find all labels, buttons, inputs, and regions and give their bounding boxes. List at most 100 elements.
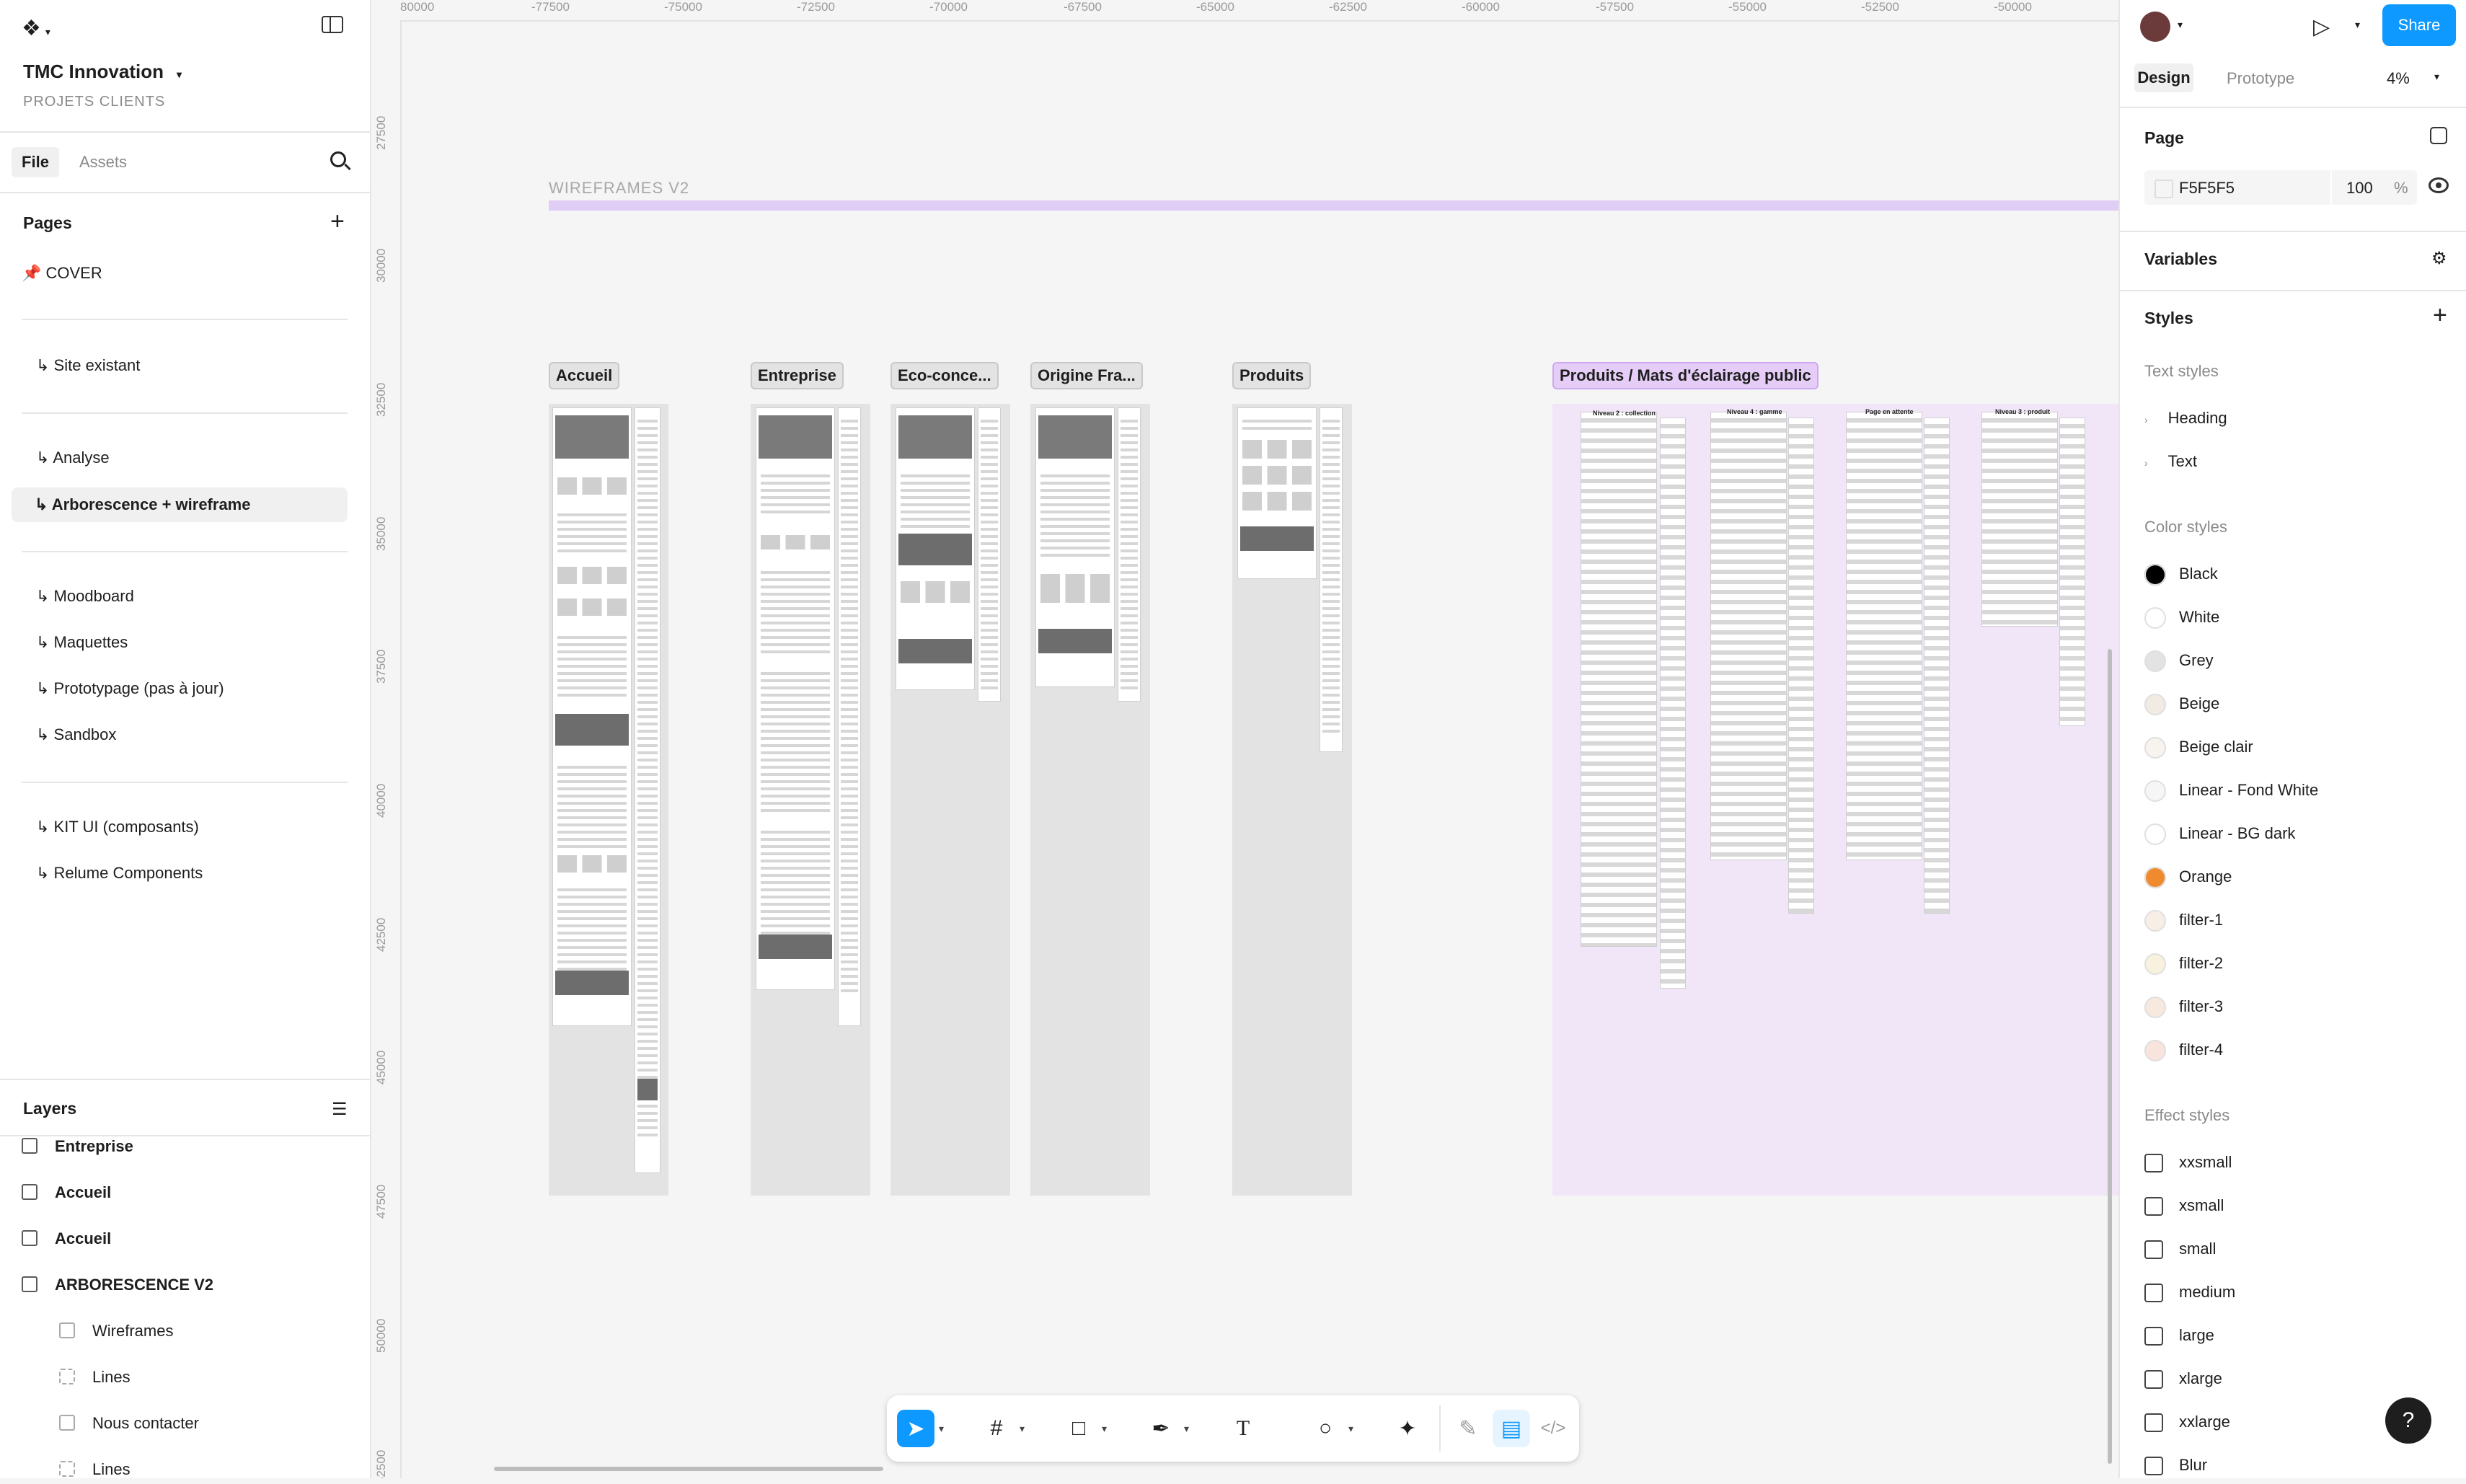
rectangle-tool-icon[interactable]: □ xyxy=(1060,1410,1097,1447)
search-icon[interactable] xyxy=(330,151,351,171)
design-mode-icon[interactable]: ▤ xyxy=(1493,1410,1530,1447)
section-label[interactable]: WIREFRAMES V2 xyxy=(549,179,689,198)
wireframe-produits-desktop[interactable] xyxy=(1238,408,1316,578)
effect-style-item[interactable]: xxlarge xyxy=(2144,1408,2230,1436)
shape-tool-chevron-icon[interactable]: ▾ xyxy=(1102,1423,1107,1435)
share-button[interactable]: Share xyxy=(2382,4,2456,46)
mini-frame-attente-mobile[interactable] xyxy=(1924,418,1949,913)
layer-nous-contacter[interactable]: Nous contacter xyxy=(59,1409,199,1438)
mini-frame-produit[interactable] xyxy=(1982,412,2057,626)
column-label-origine-france[interactable]: Origine Fra... xyxy=(1030,362,1143,389)
effect-style-item[interactable]: small xyxy=(2144,1235,2216,1263)
layer-arborescence-v2[interactable]: ARBORESCENCE V2 xyxy=(22,1271,213,1299)
page-item-site-existant[interactable]: ↳ Site existant xyxy=(36,356,140,375)
scrollbar-horizontal[interactable] xyxy=(494,1467,883,1471)
column-label-accueil[interactable]: Accueil xyxy=(549,362,620,389)
effect-style-item[interactable]: large xyxy=(2144,1321,2214,1350)
color-style-item[interactable]: filter-1 xyxy=(2144,906,2223,935)
color-style-item[interactable]: Linear - BG dark xyxy=(2144,819,2295,848)
wireframe-origine-mobile[interactable] xyxy=(1118,408,1140,701)
mini-frame-attente[interactable] xyxy=(1847,412,1922,860)
pen-tool-icon[interactable]: ✒ xyxy=(1142,1410,1180,1447)
color-style-item[interactable]: Grey xyxy=(2144,646,2214,675)
column-label-produits[interactable]: Produits xyxy=(1232,362,1312,389)
wireframe-accueil-desktop[interactable] xyxy=(553,408,631,1025)
wireframe-produits-mobile[interactable] xyxy=(1320,408,1342,751)
mini-frame-gamme-mobile[interactable] xyxy=(1789,418,1813,913)
text-style-heading[interactable]: › Heading xyxy=(2144,404,2227,433)
zoom-chevron-icon[interactable]: ▾ xyxy=(2434,71,2439,83)
wireframe-entreprise-mobile[interactable] xyxy=(839,408,860,1025)
mini-frame-collection-mobile[interactable] xyxy=(1661,418,1685,988)
color-style-item[interactable]: Beige xyxy=(2144,689,2219,718)
dev-mode-icon[interactable]: </> xyxy=(1534,1410,1572,1447)
page-item-maquettes[interactable]: ↳ Maquettes xyxy=(36,633,128,652)
tab-prototype[interactable]: Prototype xyxy=(2227,69,2294,88)
page-item-arborescence[interactable]: ↳ Arborescence + wireframe xyxy=(12,487,348,522)
page-settings-icon[interactable] xyxy=(2430,127,2447,144)
variables-icon[interactable]: ⚙ xyxy=(2431,248,2447,269)
column-label-eco-conception[interactable]: Eco-conce... xyxy=(890,362,999,389)
tab-assets[interactable]: Assets xyxy=(79,153,127,172)
present-play-icon[interactable]: ▷ xyxy=(2313,14,2330,40)
draw-mode-icon[interactable]: ✎ xyxy=(1449,1410,1487,1447)
text-tool-icon[interactable]: T xyxy=(1224,1410,1262,1447)
tab-file[interactable]: File xyxy=(12,147,59,177)
column-label-produits-mats[interactable]: Produits / Mats d'éclairage public xyxy=(1552,362,1818,389)
page-color-hex[interactable]: F5F5F5 xyxy=(2179,179,2235,198)
page-opacity[interactable]: 100 xyxy=(2346,179,2373,198)
scrollbar-vertical[interactable] xyxy=(2108,649,2112,1464)
effect-style-item[interactable]: xsmall xyxy=(2144,1191,2224,1220)
layer-lines-1[interactable]: Lines xyxy=(59,1363,131,1392)
color-style-item[interactable]: filter-4 xyxy=(2144,1035,2223,1064)
avatar-chevron-icon[interactable]: ▾ xyxy=(2178,19,2183,31)
color-style-item[interactable]: Linear - Fond White xyxy=(2144,776,2318,805)
page-item-kit-ui[interactable]: ↳ KIT UI (composants) xyxy=(36,818,199,836)
canvas[interactable]: 80000 -77500 -75000 -72500 -70000 -67500… xyxy=(371,0,2118,1478)
frame-tool-chevron-icon[interactable]: ▾ xyxy=(1020,1423,1025,1435)
comment-tool-icon[interactable]: ○ xyxy=(1307,1410,1344,1447)
mini-frame-collection[interactable] xyxy=(1581,412,1656,946)
layer-accueil-1[interactable]: Accueil xyxy=(22,1178,111,1207)
comment-tool-chevron-icon[interactable]: ▾ xyxy=(1348,1423,1353,1435)
effect-style-item[interactable]: xxsmall xyxy=(2144,1148,2232,1177)
eye-icon[interactable] xyxy=(2429,177,2449,193)
color-style-item[interactable]: Black xyxy=(2144,560,2218,588)
wireframe-entreprise-desktop[interactable] xyxy=(756,408,834,989)
move-tool-chevron-icon[interactable]: ▾ xyxy=(939,1423,944,1435)
mini-frame-gamme[interactable] xyxy=(1711,412,1786,860)
wireframe-eco-mobile[interactable] xyxy=(978,408,1000,701)
frame-tool-icon[interactable]: # xyxy=(978,1410,1015,1447)
color-style-item[interactable]: filter-3 xyxy=(2144,992,2223,1021)
layer-entreprise[interactable]: Entreprise xyxy=(22,1132,133,1161)
layer-accueil-2[interactable]: Accueil xyxy=(22,1224,111,1253)
wireframe-accueil-mobile[interactable] xyxy=(635,408,660,1172)
effect-style-item[interactable]: xlarge xyxy=(2144,1364,2222,1393)
page-color-swatch[interactable] xyxy=(2155,180,2173,198)
actions-ai-icon[interactable]: ✦ xyxy=(1389,1410,1426,1447)
add-page-icon[interactable]: + xyxy=(330,209,345,234)
pen-tool-chevron-icon[interactable]: ▾ xyxy=(1184,1423,1189,1435)
present-chevron-icon[interactable]: ▾ xyxy=(2355,19,2360,31)
effect-style-item[interactable]: Blur xyxy=(2144,1451,2207,1480)
text-style-text[interactable]: › Text xyxy=(2144,447,2197,476)
color-style-item[interactable]: Beige clair xyxy=(2144,733,2253,761)
page-item-analyse[interactable]: ↳ Analyse xyxy=(36,449,110,467)
zoom-level[interactable]: 4% xyxy=(2387,69,2410,88)
effect-style-item[interactable]: medium xyxy=(2144,1278,2235,1307)
column-label-entreprise[interactable]: Entreprise xyxy=(751,362,844,389)
help-button[interactable]: ? xyxy=(2385,1397,2431,1444)
layer-lines-2[interactable]: Lines xyxy=(59,1455,131,1484)
move-tool-icon[interactable]: ➤ xyxy=(897,1410,934,1447)
wireframe-eco-desktop[interactable] xyxy=(896,408,974,689)
tab-design[interactable]: Design xyxy=(2134,63,2193,92)
wireframe-origine-desktop[interactable] xyxy=(1036,408,1114,686)
page-color-field[interactable]: F5F5F5 100 % xyxy=(2144,170,2417,205)
page-item-prototypage[interactable]: ↳ Prototypage (pas à jour) xyxy=(36,679,224,698)
figma-menu-button[interactable]: ❖ ▾ xyxy=(22,16,50,41)
color-style-item[interactable]: filter-2 xyxy=(2144,949,2223,978)
page-item-sandbox[interactable]: ↳ Sandbox xyxy=(36,725,116,744)
layer-wireframes[interactable]: Wireframes xyxy=(59,1317,173,1346)
page-item-cover[interactable]: 📌 COVER xyxy=(22,264,102,283)
color-style-item[interactable]: Orange xyxy=(2144,862,2232,891)
